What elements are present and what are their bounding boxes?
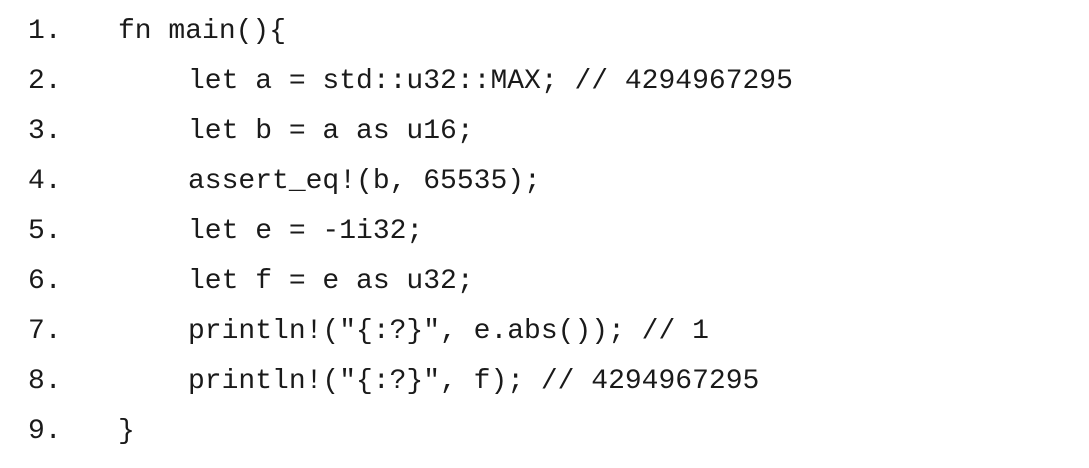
line-code: let b = a as u16; [188, 115, 474, 147]
line-number: 4. [28, 165, 62, 197]
code-line: 3. let b = a as u16; [28, 106, 1068, 156]
line-number: 8. [28, 365, 62, 397]
line-number: 9. [28, 415, 62, 447]
line-number: 1. [28, 15, 62, 47]
code-line: 6. let f = e as u32; [28, 256, 1068, 306]
line-code: assert_eq!(b, 65535); [188, 165, 541, 197]
line-number: 7. [28, 315, 62, 347]
line-code: fn main(){ [118, 15, 287, 47]
line-number: 3. [28, 115, 62, 147]
code-line: 1. fn main(){ [28, 6, 1068, 56]
line-code: let e = -1i32; [188, 215, 424, 247]
line-number: 2. [28, 65, 62, 97]
code-line: 4. assert_eq!(b, 65535); [28, 156, 1068, 206]
code-line: 7. println!("{:?}", e.abs()); // 1 [28, 306, 1068, 356]
line-code: println!("{:?}", e.abs()); // 1 [188, 315, 709, 347]
line-number: 5. [28, 215, 62, 247]
line-code: let f = e as u32; [188, 265, 474, 297]
code-line: 9. } [28, 406, 1068, 456]
code-listing: 1. fn main(){ 2. let a = std::u32::MAX; … [28, 6, 1068, 456]
code-line: 8. println!("{:?}", f); // 4294967295 [28, 356, 1068, 406]
line-code: println!("{:?}", f); // 4294967295 [188, 365, 760, 397]
line-code: } [118, 415, 135, 447]
line-number: 6. [28, 265, 62, 297]
line-code: let a = std::u32::MAX; // 4294967295 [188, 65, 793, 97]
code-line: 2. let a = std::u32::MAX; // 4294967295 [28, 56, 1068, 106]
code-line: 5. let e = -1i32; [28, 206, 1068, 256]
